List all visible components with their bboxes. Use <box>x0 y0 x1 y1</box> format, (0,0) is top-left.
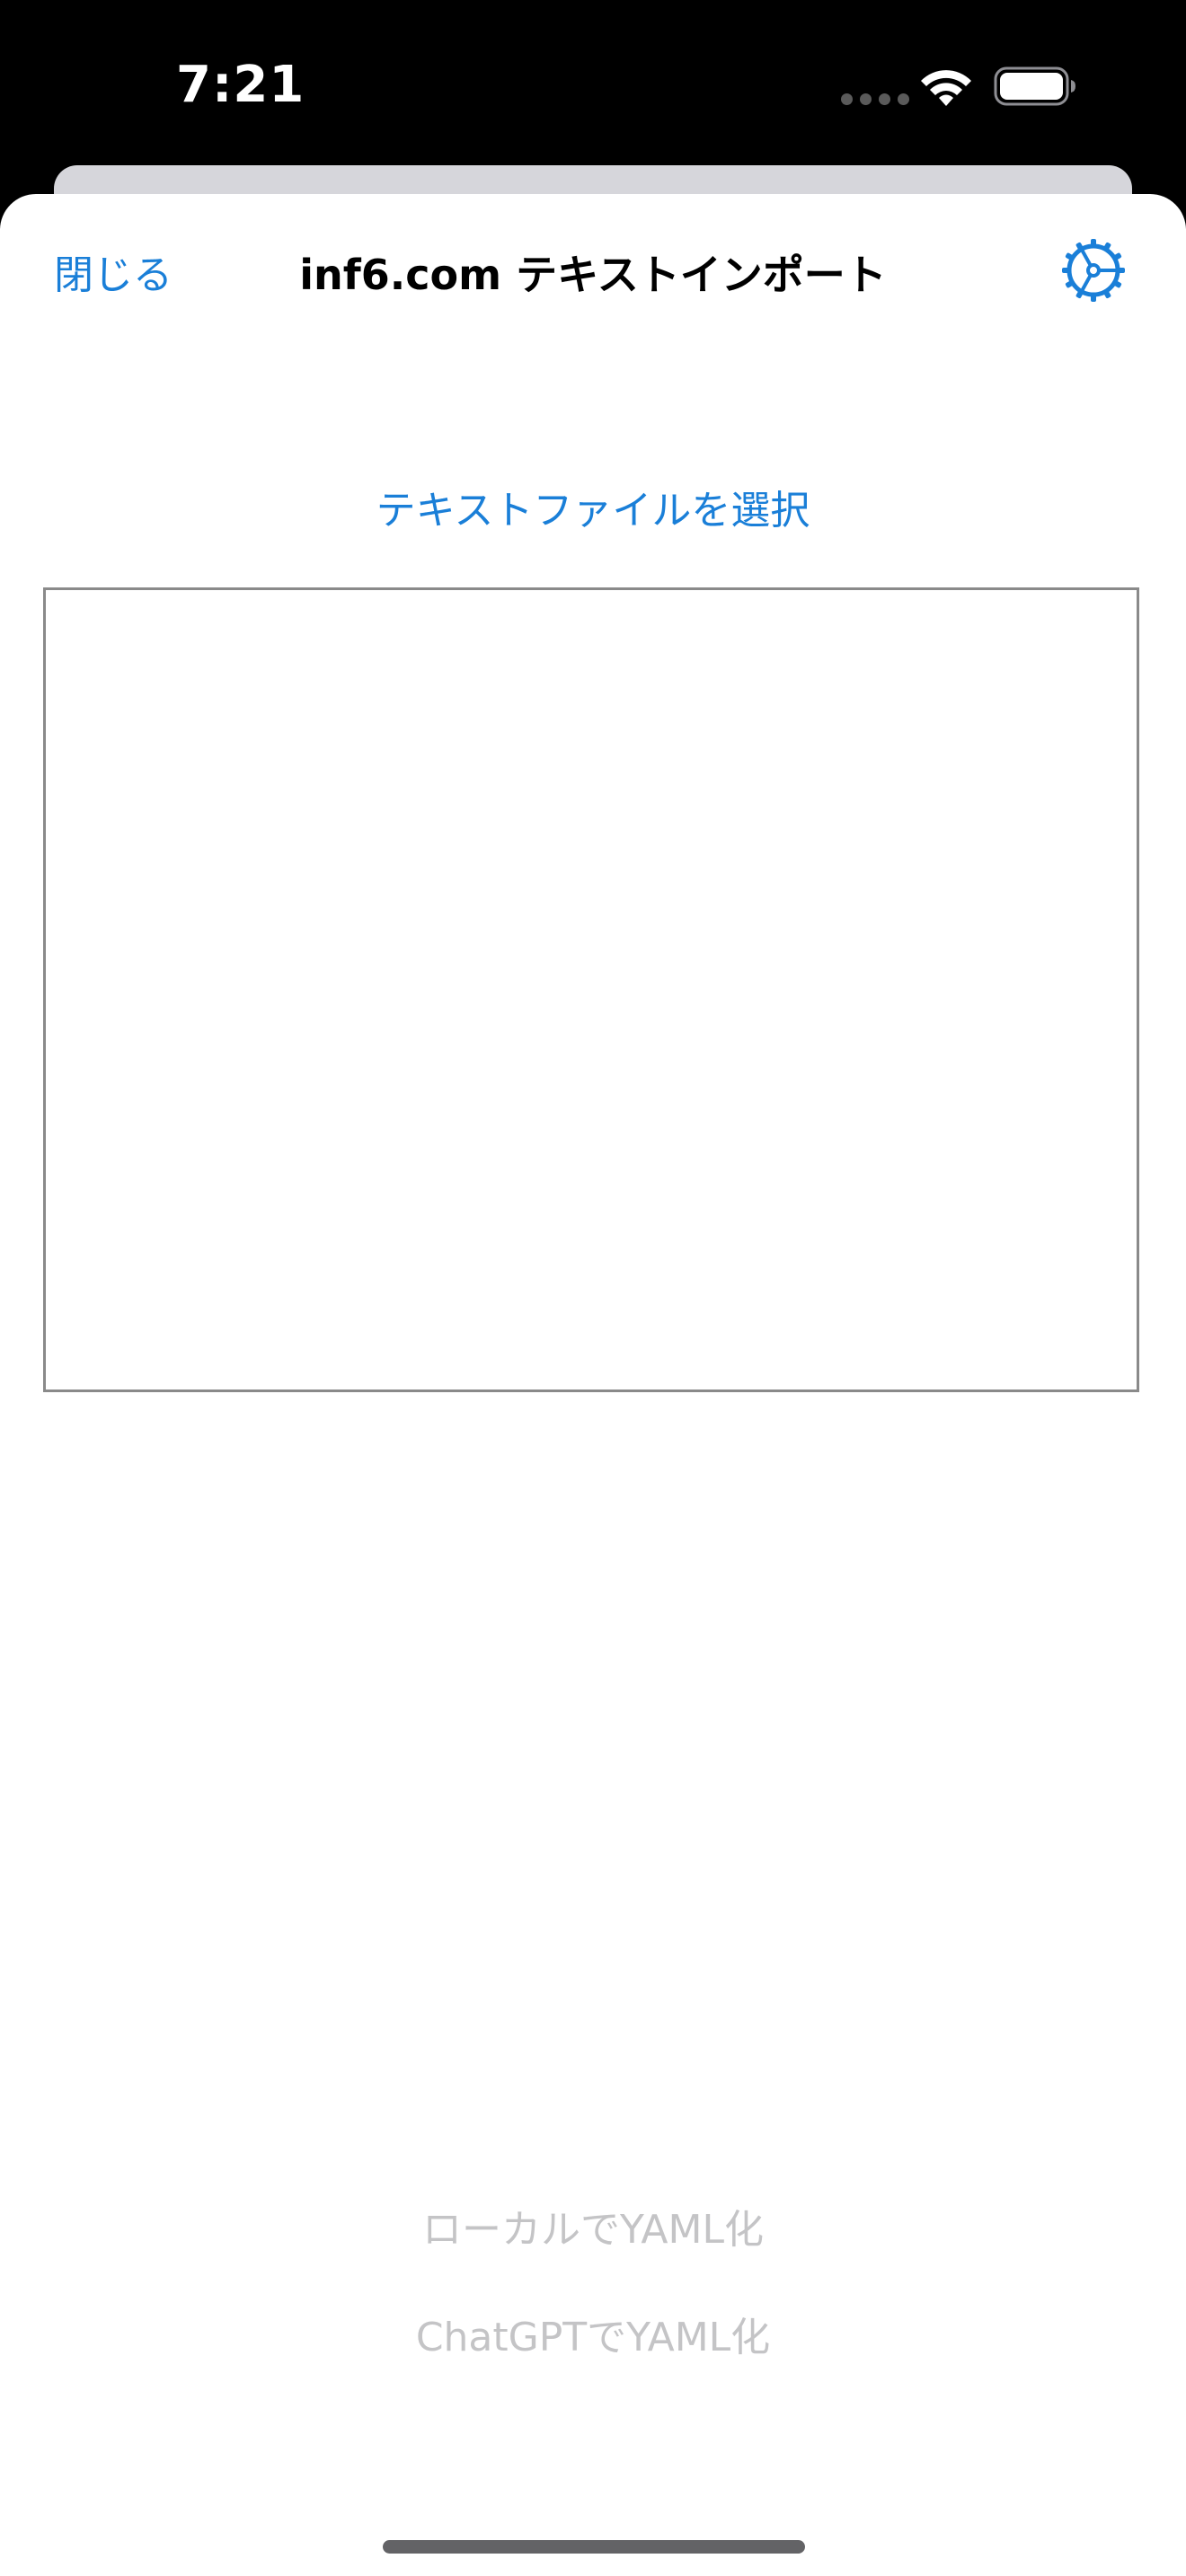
local-yaml-button[interactable]: ローカルでYAML化 <box>0 2197 1186 2254</box>
select-text-file-button[interactable]: テキストファイルを選択 <box>0 478 1186 535</box>
status-time: 7:21 <box>176 56 305 114</box>
status-bar: 7:21 <box>0 0 1186 166</box>
wifi-icon <box>921 70 971 106</box>
close-button[interactable]: 閉じる <box>54 243 173 300</box>
text-input-area[interactable] <box>43 587 1139 1392</box>
battery-icon <box>994 66 1075 106</box>
signal-dots-icon <box>841 93 909 105</box>
page-title: inf6.com テキストインポート <box>299 251 887 299</box>
screen: 7:21 閉じる inf6.com テキストインポート テキストファイルを選択 … <box>0 0 1186 2576</box>
import-sheet: 閉じる inf6.com テキストインポート テキストファイルを選択 ローカルで… <box>0 194 1186 2576</box>
gear-icon[interactable] <box>1060 237 1127 304</box>
home-indicator[interactable] <box>383 2540 805 2554</box>
chatgpt-yaml-button[interactable]: ChatGPTでYAML化 <box>0 2305 1186 2362</box>
